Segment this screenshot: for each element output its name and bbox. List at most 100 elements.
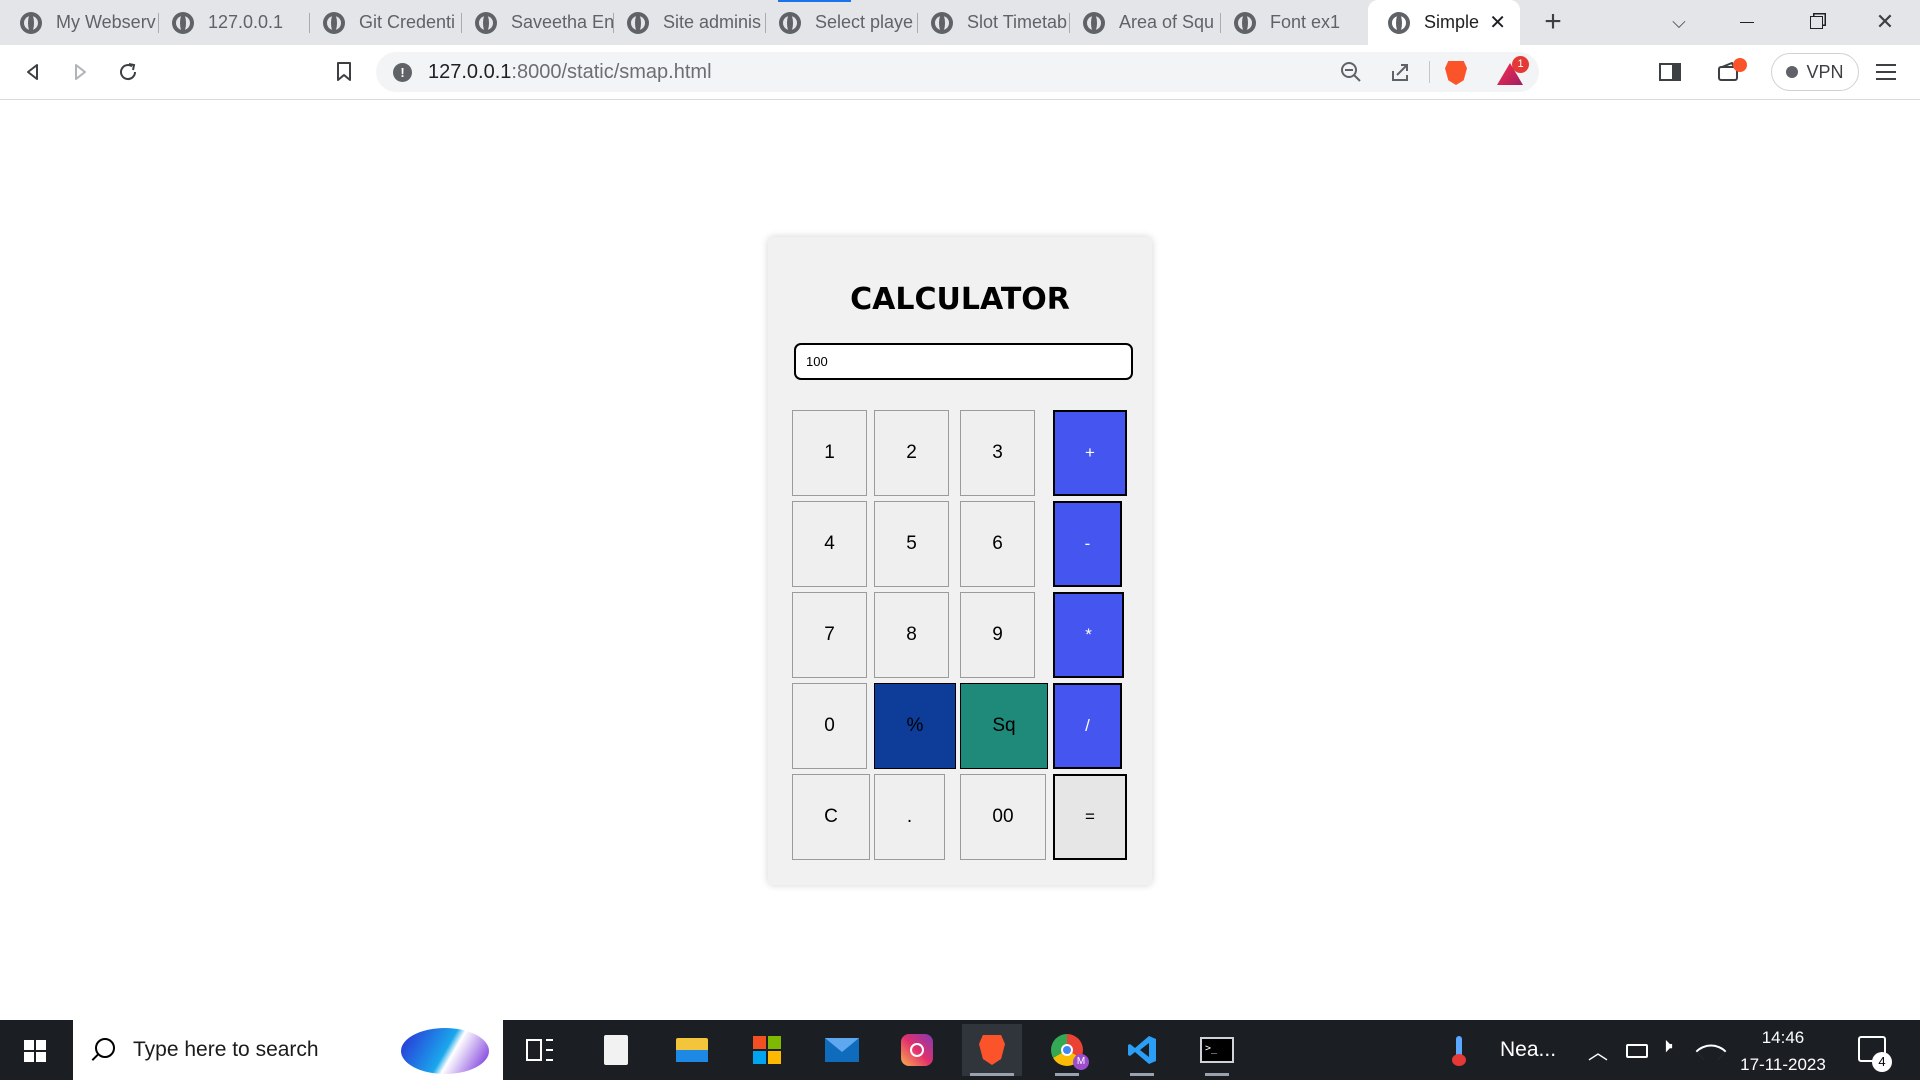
tab-title: Select playe [815,12,914,32]
percent-button[interactable]: % [874,683,956,769]
wallet-notification-dot [1733,58,1747,72]
tab-my-webserver[interactable]: My Webserv [0,0,158,45]
tab-title: Saveetha En [511,12,613,32]
calculator-display[interactable] [794,343,1133,380]
key-5[interactable]: 5 [874,501,949,587]
search-icon [95,1038,115,1058]
tab-title: Slot Timetab [967,12,1068,32]
mail-icon[interactable] [812,1024,872,1076]
chevron-up-icon[interactable]: ︿ [1588,1036,1608,1065]
share-icon[interactable] [1385,57,1415,87]
tab-title: Font ex1 [1270,12,1341,32]
weather-text[interactable]: Nea... [1500,1038,1556,1062]
globe-icon [20,11,42,34]
tab-strip: My Webserv 127.0.0.1 Git Credenti Saveet… [0,0,1920,45]
add-button[interactable]: + [1053,410,1127,496]
vpn-status-icon [1786,66,1799,78]
tab-search-chevron-icon[interactable]: ⌵ [1663,6,1695,38]
key-8[interactable]: 8 [874,592,949,678]
close-window-icon[interactable]: ✕ [1869,6,1901,38]
vpn-button[interactable]: VPN [1771,53,1859,91]
brave-browser-taskbar-icon[interactable] [962,1024,1022,1076]
copilot-icon[interactable] [401,1028,489,1074]
globe-icon [627,11,649,34]
network-icon[interactable] [1695,1035,1727,1067]
chrome-icon[interactable]: M [1037,1024,1097,1076]
square-button[interactable]: Sq [960,683,1048,769]
taskbar-search-box[interactable]: Type here to search [73,1020,503,1080]
multiply-button[interactable]: * [1053,592,1124,678]
equals-button[interactable]: = [1053,774,1127,860]
clock-time: 14:46 [1761,1028,1805,1047]
brave-shields-icon[interactable] [1445,61,1467,85]
windows-taskbar: Type here to search M >_ Nea... ︿ 🕨 14:4… [0,1020,1920,1080]
globe-icon [172,11,194,34]
reload-icon[interactable] [110,54,146,90]
battery-icon[interactable] [1626,1044,1648,1058]
new-tab-button[interactable]: + [1537,5,1569,38]
double-zero-button[interactable]: 00 [960,774,1046,860]
tab-slot-timetable[interactable]: Slot Timetab [911,0,1069,45]
vscode-icon[interactable] [1112,1024,1172,1076]
key-4[interactable]: 4 [792,501,867,587]
calculator-panel: CALCULATOR 1 2 3 + 4 5 6 - 7 8 9 * 0 % S… [768,237,1152,885]
tab-font-ex1[interactable]: Font ex1 [1214,0,1366,45]
bookmark-icon[interactable] [326,54,362,90]
tab-title: 127.0.0.1 [208,12,284,32]
microsoft-store-icon[interactable] [737,1024,797,1076]
key-0[interactable]: 0 [792,683,867,769]
forward-icon[interactable] [62,54,98,90]
tab-area-of-square[interactable]: Area of Squ [1063,0,1221,45]
rewards-badge: 1 [1512,56,1529,73]
key-9[interactable]: 9 [960,592,1035,678]
tab-site-admin[interactable]: Site adminis [607,0,765,45]
weather-thermometer-icon[interactable] [1452,1036,1466,1066]
instagram-icon[interactable] [887,1024,947,1076]
tab-git-credentials[interactable]: Git Credenti [303,0,461,45]
clock-date: 17-11-2023 [1740,1055,1826,1074]
menu-icon[interactable] [1868,54,1904,90]
address-divider [1429,61,1430,83]
vpn-label: VPN [1806,61,1844,82]
key-2[interactable]: 2 [874,410,949,496]
tab-title: Area of Squ [1119,12,1215,32]
sidebar-icon[interactable] [1652,54,1688,90]
terminal-icon[interactable]: >_ [1187,1024,1247,1076]
address-bar[interactable]: ! 127.0.0.1:8000/static/smap.html 1 [376,52,1539,92]
globe-icon [323,11,345,34]
restore-icon[interactable] [1800,6,1832,38]
tab-select-player[interactable]: Select playe [759,0,917,45]
key-6[interactable]: 6 [960,501,1035,587]
tab-title: Simple [1424,12,1480,32]
taskbar-clock[interactable]: 14:46 17-11-2023 [1728,1024,1838,1078]
minimize-icon[interactable] [1731,6,1763,38]
globe-icon [1388,11,1410,34]
search-placeholder: Type here to search [133,1038,319,1061]
decimal-button[interactable]: . [874,774,945,860]
key-3[interactable]: 3 [960,410,1035,496]
close-tab-icon[interactable]: ✕ [1489,10,1506,35]
windows-start-icon[interactable] [24,1040,46,1062]
url-path: :8000/static/smap.html [511,61,712,83]
notepad-icon[interactable] [586,1024,646,1076]
tab-localhost[interactable]: 127.0.0.1 [152,0,310,45]
key-1[interactable]: 1 [792,410,867,496]
tab-saveetha[interactable]: Saveetha En [455,0,613,45]
globe-icon [1083,11,1105,34]
globe-icon [931,11,953,34]
speaker-icon[interactable]: 🕨 [1660,1035,1673,1058]
back-icon[interactable] [15,54,51,90]
clear-button[interactable]: C [792,774,870,860]
zoom-icon[interactable] [1336,57,1366,87]
url-text[interactable]: 127.0.0.1:8000/static/smap.html [428,61,712,84]
divide-button[interactable]: / [1053,683,1122,769]
site-info-icon[interactable]: ! [393,63,412,82]
key-7[interactable]: 7 [792,592,867,678]
tab-title: My Webserv [56,12,156,32]
tab-simple-active[interactable]: Simple ✕ [1368,0,1520,45]
file-explorer-icon[interactable] [662,1024,722,1076]
globe-icon [779,11,801,34]
globe-icon [1234,11,1256,34]
task-view-icon[interactable] [510,1024,570,1076]
subtract-button[interactable]: - [1053,501,1122,587]
